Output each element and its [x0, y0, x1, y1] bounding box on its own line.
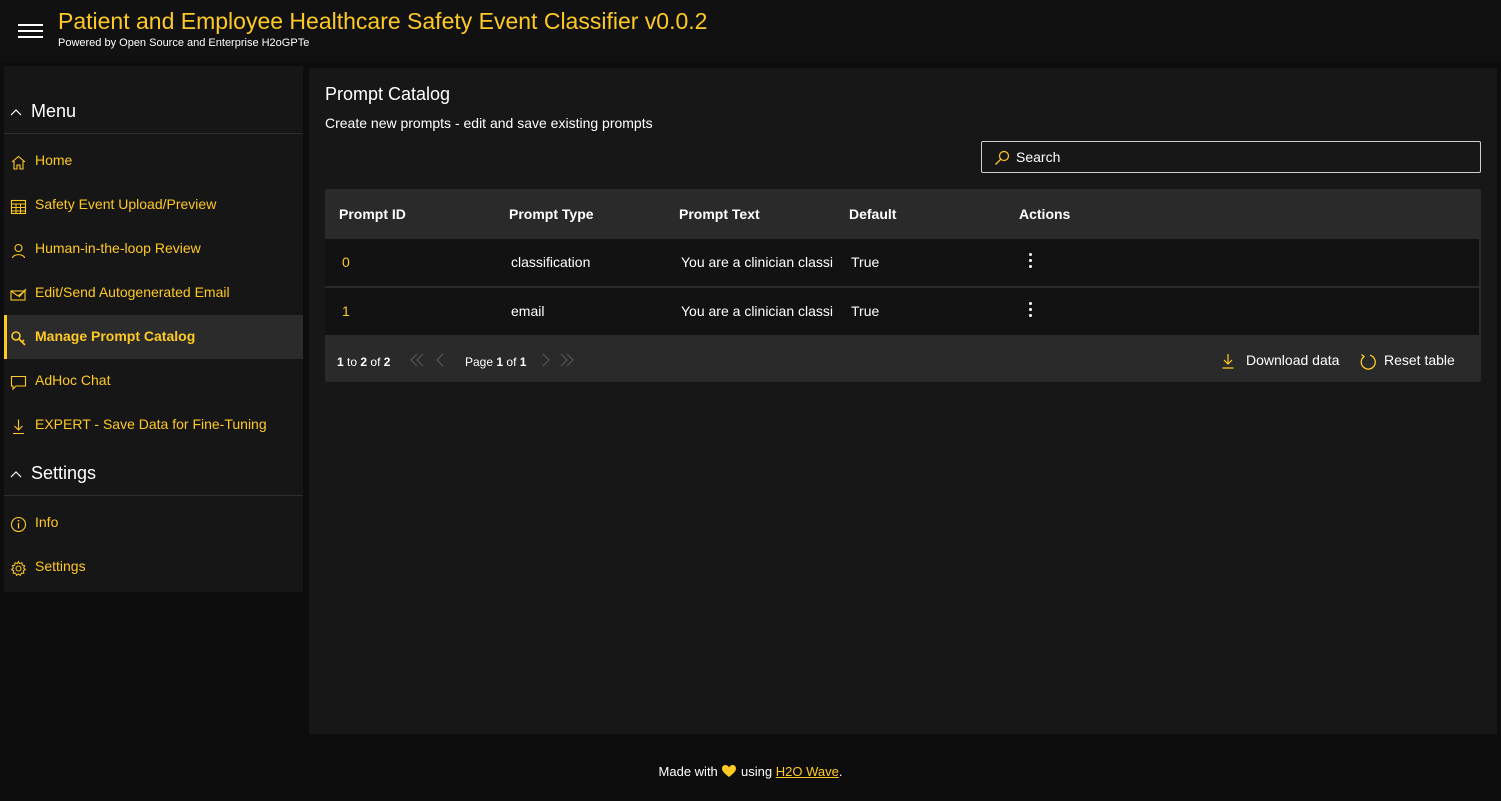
chat-icon [10, 375, 27, 391]
sidebar-item-label: Manage Prompt Catalog [35, 328, 196, 344]
app-header: Patient and Employee Healthcare Safety E… [0, 0, 1501, 62]
download-icon [1222, 354, 1234, 369]
sidebar-nav: Menu Home Safety Event Upload/Preview Hu… [4, 66, 303, 592]
sidebar-item-edit-email[interactable]: Edit/Send Autogenerated Email [4, 271, 303, 315]
first-page-icon[interactable] [409, 353, 425, 367]
table-icon [10, 199, 27, 215]
footer-using: using [741, 764, 773, 779]
sidebar-item-label: EXPERT - Save Data for Fine-Tuning [35, 416, 267, 432]
page-title: Prompt Catalog [325, 84, 451, 104]
sidebar-item-human-review[interactable]: Human-in-the-loop Review [4, 227, 303, 271]
table-header: Prompt ID Prompt Type Prompt Text Defaul… [325, 189, 1481, 239]
sidebar-item-label: Home [35, 152, 73, 168]
person-icon [11, 243, 26, 259]
default-cell: True [851, 303, 880, 319]
sidebar-item-label: AdHoc Chat [35, 372, 111, 388]
last-page-icon[interactable] [559, 353, 575, 367]
more-actions-icon[interactable] [1025, 253, 1035, 273]
prompt-catalog-card: Prompt Catalog Create new prompts - edit… [309, 68, 1497, 734]
sidebar-item-settings[interactable]: Settings [4, 545, 303, 589]
column-header-prompt-type[interactable]: Prompt Type [509, 206, 594, 222]
prompt-id-link[interactable]: 1 [342, 303, 350, 319]
table-footer: 1 to 2 of 2 Page 1 of 1 Download data Re… [325, 336, 1481, 382]
footer-end: . [838, 764, 843, 779]
search-input[interactable] [1016, 142, 1476, 172]
h2o-wave-link[interactable]: H2O Wave [776, 764, 839, 779]
sidebar-item-manage-prompt-catalog[interactable]: Manage Prompt Catalog [4, 315, 303, 359]
page-footer: Made with using H2O Wave. [0, 764, 1501, 779]
chevron-up-icon [10, 471, 22, 478]
app-subtitle: Powered by Open Source and Enterprise H2… [58, 37, 310, 49]
pagination-range: 1 to 2 of 2 [337, 355, 391, 369]
column-header-prompt-id[interactable]: Prompt ID [339, 206, 406, 222]
gear-icon [10, 560, 27, 577]
prompt-text-cell: You are a clinician classi [681, 254, 834, 270]
menu-section-header[interactable]: Menu [4, 90, 303, 134]
sidebar-item-label: Safety Event Upload/Preview [35, 196, 217, 212]
sidebar-item-expert-save-data[interactable]: EXPERT - Save Data for Fine-Tuning [4, 403, 303, 447]
sidebar-item-label: Human-in-the-loop Review [35, 240, 201, 256]
default-cell: True [851, 254, 880, 270]
sidebar-item-label: Settings [35, 558, 86, 574]
reset-table-label: Reset table [1384, 352, 1455, 368]
heart-icon [722, 765, 737, 777]
prompt-id-link[interactable]: 0 [342, 254, 350, 270]
more-actions-icon[interactable] [1025, 302, 1035, 322]
column-header-default[interactable]: Default [849, 206, 896, 222]
sidebar-item-info[interactable]: Info [4, 501, 303, 545]
menu-section-label: Menu [31, 101, 77, 121]
home-icon [11, 155, 26, 170]
prompt-type-cell: classification [511, 254, 591, 270]
chevron-up-icon [10, 109, 22, 116]
table-row[interactable]: 0 classification You are a clinician cla… [325, 239, 1479, 286]
sidebar-item-label: Info [35, 514, 59, 530]
app-title: Patient and Employee Healthcare Safety E… [58, 8, 708, 34]
column-header-prompt-text[interactable]: Prompt Text [679, 206, 760, 222]
next-page-icon[interactable] [537, 353, 553, 367]
settings-section-label: Settings [31, 463, 97, 483]
download-icon [13, 419, 24, 435]
info-icon [10, 516, 27, 533]
prompt-type-cell: email [511, 303, 545, 319]
reset-table-button[interactable]: Reset table [1359, 352, 1469, 370]
download-data-label: Download data [1246, 352, 1340, 368]
search-box[interactable] [981, 141, 1481, 173]
prompt-text-cell: You are a clinician classi [681, 303, 834, 319]
search-key-icon [11, 331, 26, 346]
prompt-table: Prompt ID Prompt Type Prompt Text Defaul… [325, 189, 1481, 382]
sidebar-item-home[interactable]: Home [4, 139, 303, 183]
footer-made-with: Made with [658, 764, 718, 779]
previous-page-icon[interactable] [433, 353, 449, 367]
sidebar-item-safety-event-upload[interactable]: Safety Event Upload/Preview [4, 183, 303, 227]
sidebar-item-label: Edit/Send Autogenerated Email [35, 284, 230, 300]
pagination-page: Page 1 of 1 [465, 355, 527, 369]
settings-section-header[interactable]: Settings [4, 452, 303, 496]
download-data-button[interactable]: Download data [1221, 352, 1345, 370]
email-edit-icon [10, 288, 27, 301]
table-row[interactable]: 1 email You are a clinician classi True [325, 288, 1479, 335]
column-header-actions: Actions [1019, 206, 1071, 222]
search-icon [995, 150, 1010, 165]
reset-icon [1360, 353, 1376, 370]
page-subtitle: Create new prompts - edit and save exist… [325, 115, 653, 131]
hamburger-menu-icon[interactable] [18, 24, 44, 40]
sidebar-item-adhoc-chat[interactable]: AdHoc Chat [4, 359, 303, 403]
